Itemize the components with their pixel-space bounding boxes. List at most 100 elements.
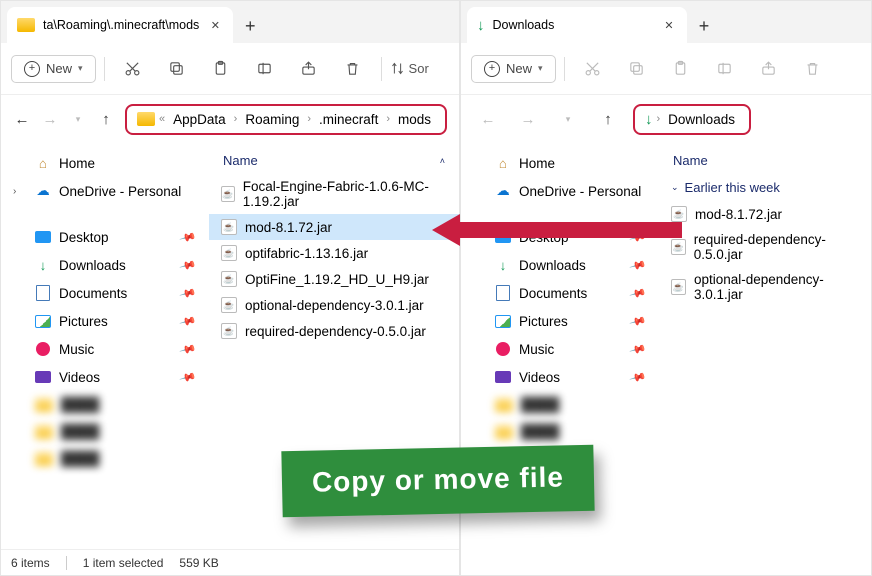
share-button[interactable] [749, 49, 789, 89]
recent-dropdown[interactable]: ▾ [553, 104, 583, 134]
chevron-down-icon: ▾ [538, 63, 543, 74]
sidebar-music[interactable]: Music📌 [465, 335, 655, 363]
jar-icon: ☕ [221, 219, 237, 235]
new-tab-button[interactable]: + [233, 9, 267, 43]
cloud-icon: ☁ [35, 183, 51, 199]
new-button[interactable]: + New ▾ [11, 55, 96, 83]
cut-button[interactable] [573, 49, 613, 89]
pin-icon: 📌 [629, 368, 647, 386]
jar-icon: ☕ [221, 271, 237, 287]
sidebar-downloads[interactable]: ↓Downloads📌 [465, 251, 655, 279]
delete-button[interactable] [793, 49, 833, 89]
sidebar-item-blurred[interactable]: ████ [5, 418, 205, 445]
tab-title: ta\Roaming\.minecraft\mods [43, 18, 199, 32]
crumb-minecraft[interactable]: .minecraft [315, 110, 382, 129]
rename-button[interactable] [245, 49, 285, 89]
file-row[interactable]: ☕Focal-Engine-Fabric-1.0.6-MC-1.19.2.jar [209, 174, 459, 214]
pictures-icon [35, 313, 51, 329]
column-header-name[interactable]: Name [659, 147, 871, 174]
breadcrumb-overflow[interactable]: « [157, 113, 167, 125]
sidebar-pictures[interactable]: Pictures📌 [465, 307, 655, 335]
folder-icon [137, 112, 155, 126]
column-header-name[interactable]: Name˄ [209, 147, 459, 174]
up-button[interactable]: ↑ [593, 104, 623, 134]
copy-button[interactable] [157, 49, 197, 89]
divider [381, 57, 382, 81]
jar-icon: ☕ [671, 206, 687, 222]
chevron-down-icon: ⌄ [671, 182, 679, 193]
folder-icon [17, 18, 35, 32]
sidebar-music[interactable]: Music📌 [5, 335, 205, 363]
back-button[interactable]: ← [13, 104, 31, 134]
forward-button[interactable]: → [41, 104, 59, 134]
crumb-downloads[interactable]: Downloads [664, 110, 739, 129]
breadcrumb-bar[interactable]: ↓ › Downloads [633, 104, 751, 135]
breadcrumb-bar[interactable]: « AppData› Roaming› .minecraft› mods [125, 104, 447, 135]
sidebar-desktop[interactable]: Desktop📌 [5, 223, 205, 251]
crumb-roaming[interactable]: Roaming [241, 110, 303, 129]
crumb-appdata[interactable]: AppData [169, 110, 230, 129]
paste-button[interactable] [661, 49, 701, 89]
sidebar-documents[interactable]: Documents📌 [5, 279, 205, 307]
pin-icon: 📌 [629, 340, 647, 358]
file-row[interactable]: ☕OptiFine_1.19.2_HD_U_H9.jar [209, 266, 459, 292]
tab-bar: ta\Roaming\.minecraft\mods ✕ + [1, 1, 459, 43]
file-row[interactable]: ☕optifabric-1.13.16.jar [209, 240, 459, 266]
sidebar-item-blurred[interactable]: ████ [465, 391, 655, 418]
file-name: optional-dependency-3.0.1.jar [245, 298, 424, 313]
delete-button[interactable] [333, 49, 373, 89]
sidebar-home[interactable]: ⌂Home [5, 149, 205, 177]
sidebar-downloads[interactable]: ↓Downloads📌 [5, 251, 205, 279]
new-button[interactable]: + New ▾ [471, 55, 556, 83]
expand-icon[interactable]: › [13, 186, 16, 197]
new-label: New [506, 61, 532, 76]
divider [104, 57, 105, 81]
document-icon [495, 285, 511, 301]
file-row[interactable]: ☕mod-8.1.72.jar [659, 201, 871, 227]
divider [66, 556, 67, 570]
sort-button[interactable]: Sor [390, 49, 429, 89]
tab-active[interactable]: ta\Roaming\.minecraft\mods ✕ [7, 7, 233, 43]
chevron-right-icon: › [305, 113, 313, 125]
tab-title: Downloads [493, 18, 555, 32]
recent-dropdown[interactable]: ▾ [69, 104, 87, 134]
sidebar-item-blurred[interactable]: ████ [5, 391, 205, 418]
pictures-icon [495, 313, 511, 329]
up-button[interactable]: ↑ [97, 104, 115, 134]
tab-active[interactable]: ↓ Downloads ✕ [467, 7, 687, 43]
copy-button[interactable] [617, 49, 657, 89]
paste-button[interactable] [201, 49, 241, 89]
file-row[interactable]: ☕mod-8.1.72.jar [209, 214, 459, 240]
video-icon [495, 369, 511, 385]
toolbar: + New ▾ Sor [1, 43, 459, 95]
sidebar-pictures[interactable]: Pictures📌 [5, 307, 205, 335]
sidebar-videos[interactable]: Videos📌 [465, 363, 655, 391]
file-row[interactable]: ☕optional-dependency-3.0.1.jar [209, 292, 459, 318]
cut-button[interactable] [113, 49, 153, 89]
jar-icon: ☕ [221, 323, 237, 339]
sidebar-onedrive[interactable]: ›☁OneDrive - Personal [5, 177, 205, 205]
sidebar-desktop[interactable]: Desktop📌 [465, 223, 655, 251]
new-tab-button[interactable]: + [687, 9, 721, 43]
close-tab-button[interactable]: ✕ [661, 17, 677, 33]
file-row[interactable]: ☕required-dependency-0.5.0.jar [209, 318, 459, 344]
share-button[interactable] [289, 49, 329, 89]
file-name: optional-dependency-3.0.1.jar [694, 272, 859, 302]
sidebar-item-blurred[interactable]: ████ [465, 418, 655, 445]
close-tab-button[interactable]: ✕ [207, 17, 223, 33]
sidebar-onedrive[interactable]: ☁OneDrive - Personal [465, 177, 655, 205]
sidebar-documents[interactable]: Documents📌 [465, 279, 655, 307]
file-row[interactable]: ☕required-dependency-0.5.0.jar [659, 227, 871, 267]
rename-button[interactable] [705, 49, 745, 89]
sidebar-home[interactable]: ⌂Home [465, 149, 655, 177]
group-header[interactable]: ⌄Earlier this week [659, 174, 871, 201]
home-icon: ⌂ [35, 155, 51, 171]
pin-icon: 📌 [179, 284, 197, 302]
back-button[interactable]: ← [473, 104, 503, 134]
sidebar-item-blurred[interactable]: ████ [5, 445, 205, 472]
forward-button[interactable]: → [513, 104, 543, 134]
file-row[interactable]: ☕optional-dependency-3.0.1.jar [659, 267, 871, 307]
crumb-mods[interactable]: mods [394, 110, 435, 129]
sidebar-videos[interactable]: Videos📌 [5, 363, 205, 391]
sidebar: ⌂Home ›☁OneDrive - Personal Desktop📌 ↓Do… [1, 143, 209, 549]
